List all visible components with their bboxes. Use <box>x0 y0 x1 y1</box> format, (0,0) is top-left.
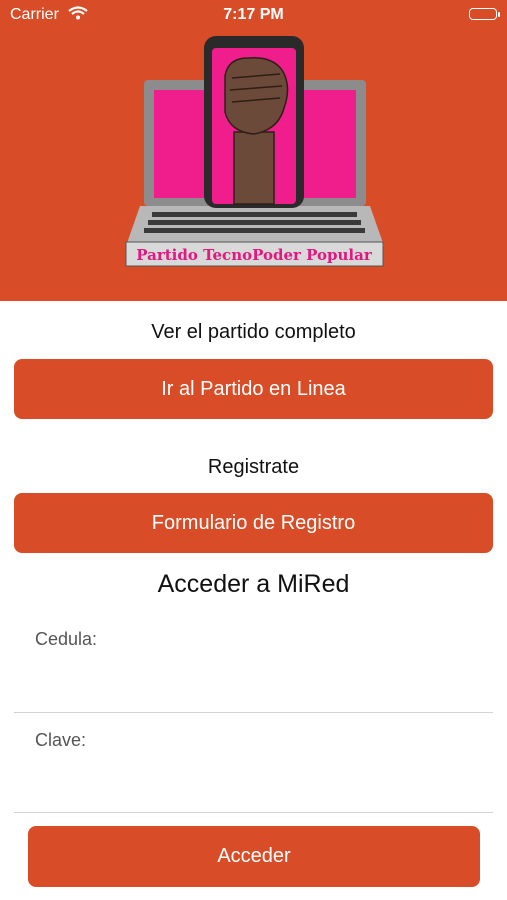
status-bar: Carrier 7:17 PM <box>0 0 507 30</box>
party-logo: Partido TecnoPoder Popular <box>125 36 384 267</box>
login-submit-button[interactable]: Acceder <box>28 826 480 887</box>
header-banner: Carrier 7:17 PM Partido TecnoPoder Popul… <box>0 0 507 301</box>
logo-banner-text: Partido TecnoPoder Popular <box>136 246 373 264</box>
clock-time: 7:17 PM <box>223 6 284 23</box>
clave-label: Clave: <box>35 730 87 750</box>
register-section-label: Registrate <box>207 456 300 478</box>
live-match-button[interactable]: Ir al Partido en Linea <box>14 359 493 419</box>
cedula-label: Cedula: <box>35 629 98 649</box>
clave-field[interactable] <box>14 760 497 802</box>
divider <box>14 712 493 713</box>
battery-icon <box>469 8 500 20</box>
divider <box>14 812 493 813</box>
register-form-button[interactable]: Formulario de Registro <box>14 493 493 553</box>
cedula-field[interactable] <box>14 660 497 702</box>
live-section-label: Ver el partido completo <box>151 321 356 343</box>
login-title: Acceder a MiRed <box>157 570 350 598</box>
